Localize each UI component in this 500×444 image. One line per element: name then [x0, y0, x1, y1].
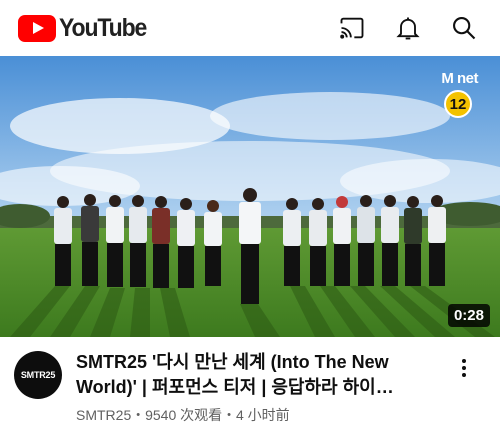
video-title-line-1: SMTR25 '다시 만난 세계 (Into The New [76, 352, 389, 372]
cast-icon[interactable] [336, 12, 368, 44]
age-rating-badge: 12 [444, 90, 472, 118]
notifications-icon[interactable] [392, 12, 424, 44]
thumbnail-scene [0, 56, 500, 337]
search-icon[interactable] [448, 12, 480, 44]
separator-dot: • [227, 409, 231, 421]
upload-age: 4 小时前 [236, 407, 290, 423]
channel-watermark: M net 12 [441, 70, 478, 118]
channel-name[interactable]: SMTR25 [76, 407, 131, 423]
video-metadata: SMTR25 • 9540 次观看 • 4 小时前 [76, 405, 290, 425]
channel-avatar[interactable]: SMTR25 [14, 351, 62, 399]
logo-text: YouTube [59, 13, 147, 42]
video-title-line-2: World)' | 퍼포먼스 티저 | 응답하라 하이… [76, 377, 394, 397]
video-thumbnail[interactable]: M net 12 0:28 [0, 56, 500, 337]
view-count: 9540 次观看 [145, 407, 223, 423]
top-app-bar: YouTube [0, 0, 500, 56]
duration-badge: 0:28 [447, 304, 490, 327]
video-title[interactable]: SMTR25 '다시 만난 세계 (Into The New World)' |… [76, 350, 440, 400]
youtube-logo[interactable]: YouTube [18, 14, 154, 42]
play-logo-icon [18, 14, 56, 42]
separator-dot: • [136, 409, 141, 421]
more-options-icon[interactable] [452, 356, 476, 380]
mnet-logo: M net [441, 70, 478, 87]
